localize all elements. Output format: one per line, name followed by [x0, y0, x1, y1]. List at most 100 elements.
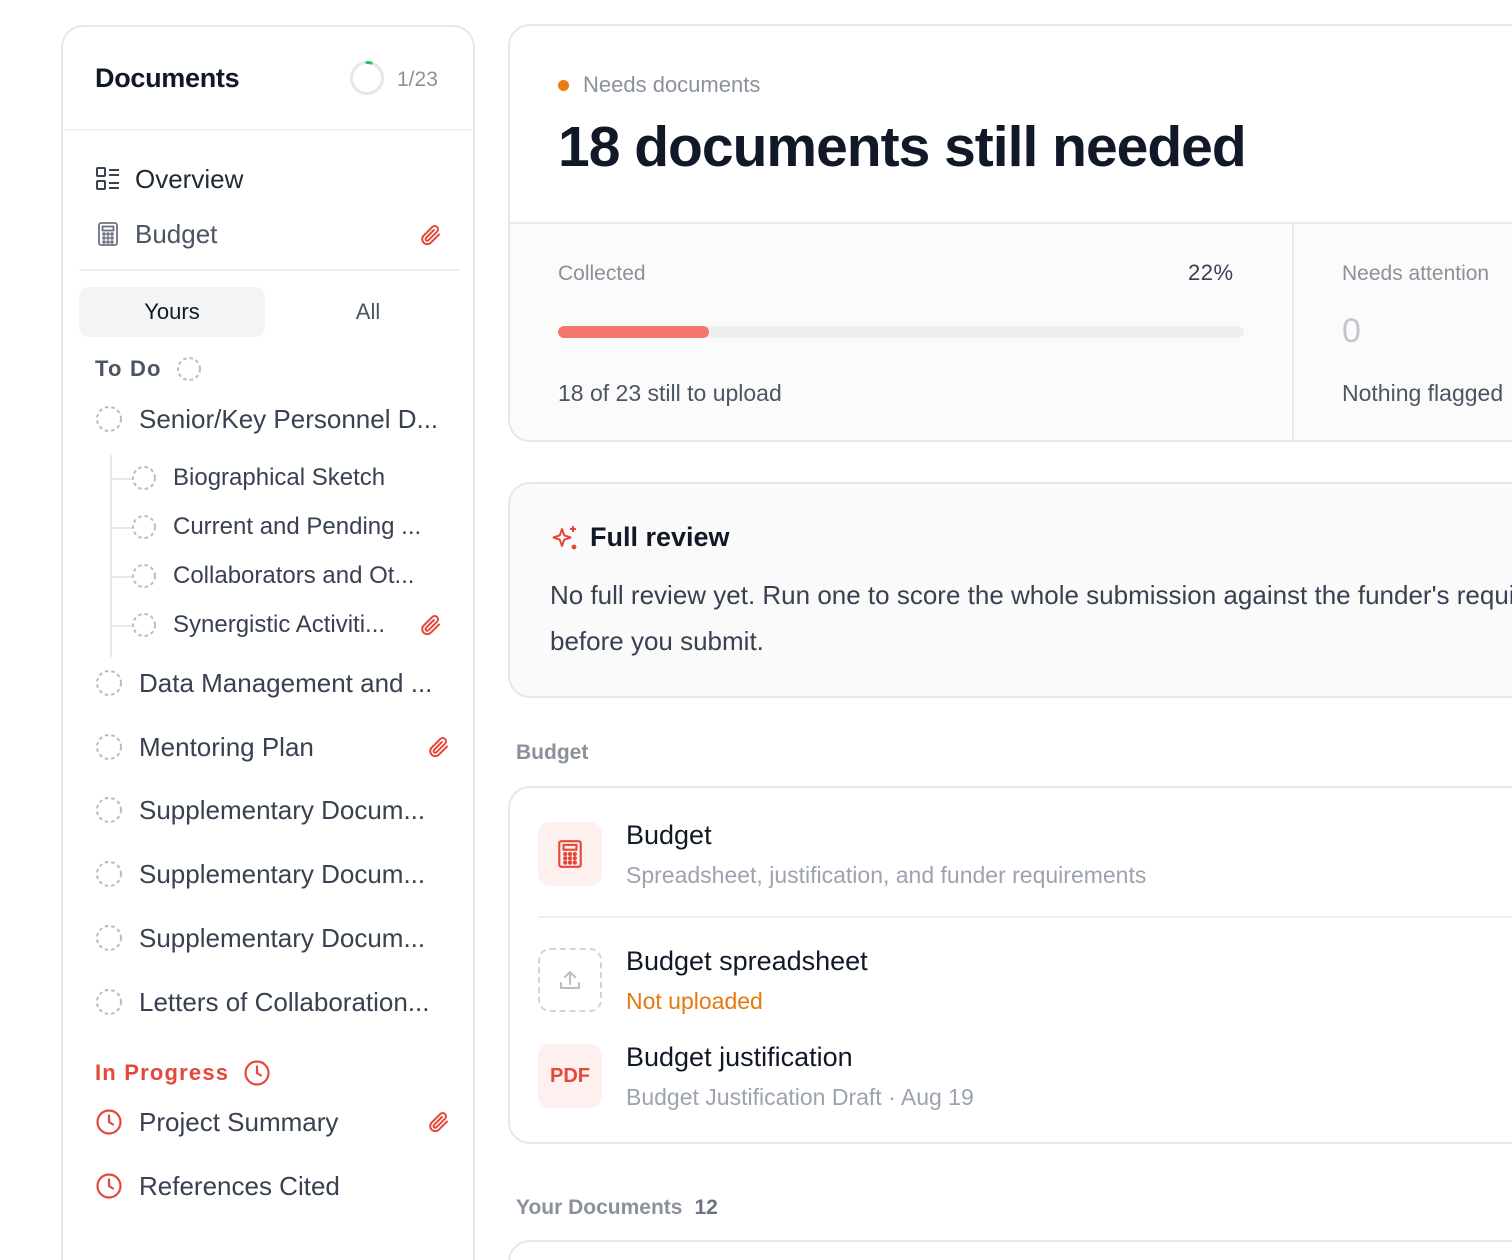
list-item-label: Current and Pending ...	[173, 513, 422, 540]
clock-icon	[96, 1173, 122, 1199]
list-item-label: Synergistic Activiti...	[173, 611, 386, 638]
group-header-in-progress: In Progress	[95, 1059, 271, 1087]
not-started-icon	[132, 564, 156, 588]
review-header: Full review	[550, 522, 730, 553]
budget-tile	[538, 822, 602, 886]
sidebar-item-budget[interactable]: Budget	[95, 214, 217, 254]
budget-header-sub: Spreadsheet, justification, and funder r…	[626, 862, 1147, 888]
stats-divider	[1292, 224, 1294, 440]
list-item-label: Mentoring Plan	[139, 731, 314, 762]
not-started-icon	[96, 406, 122, 432]
budget-card: Budget Spreadsheet, justification, and f…	[508, 786, 1512, 1144]
section-count: 12	[694, 1196, 718, 1219]
list-item-label: Collaborators and Ot...	[173, 562, 415, 589]
list-item-label: Data Management and ...	[139, 667, 433, 698]
list-item[interactable]: Letters of Collaboration...	[95, 982, 430, 1022]
upload-icon	[560, 971, 580, 989]
budget-spreadsheet-status: Not uploaded	[626, 988, 763, 1014]
budget-header-title: Budget	[626, 820, 712, 850]
stats-panel: Collected 22% 18 of 23 still to upload N…	[510, 224, 1512, 440]
not-started-icon	[132, 466, 156, 490]
status-dot	[558, 79, 569, 91]
clock-icon	[244, 1060, 270, 1086]
not-started-icon	[96, 734, 122, 760]
owner-filter-tabs: Yours All	[79, 287, 461, 337]
status-badge: Needs documents	[558, 72, 760, 98]
tree-branch	[110, 478, 132, 480]
collected-sub: 18 of 23 still to upload	[558, 380, 782, 406]
not-started-icon	[96, 861, 122, 887]
list-item-label: Letters of Collaboration...	[139, 986, 430, 1017]
tree-branch	[110, 625, 132, 627]
list-item-label: Supplementary Docum...	[139, 858, 426, 889]
list-item-label: Project Summary	[139, 1106, 339, 1137]
progress-ring-icon	[350, 61, 384, 95]
list-item[interactable]: Current and Pending ...	[131, 507, 421, 547]
list-item[interactable]: Mentoring Plan	[95, 727, 314, 767]
sparkles-icon	[552, 525, 577, 549]
group-header-todo: To Do	[95, 356, 202, 382]
divider	[538, 916, 1512, 918]
collected-progress-bar	[558, 326, 1244, 338]
list-item[interactable]: Supplementary Docum...	[95, 854, 425, 894]
sidebar-header: Documents 1/23	[63, 27, 473, 131]
tab-all[interactable]: All	[275, 287, 461, 337]
list-item[interactable]: Data Management and ...	[95, 663, 432, 703]
status-summary-card: Needs documents 18 documents still neede…	[508, 24, 1512, 442]
todo-status-icon	[176, 357, 201, 381]
list-item[interactable]: Supplementary Docum...	[95, 918, 425, 958]
attachment-icon	[421, 225, 440, 246]
not-started-icon	[96, 670, 122, 696]
calculator-icon	[98, 222, 118, 246]
list-item[interactable]: Supplementary Docum...	[95, 790, 425, 830]
not-started-icon	[96, 925, 122, 951]
section-title-your-documents: Your Documents 12	[516, 1196, 718, 1220]
tree-branch	[110, 527, 132, 529]
budget-justification-meta: Budget Justification Draft · Aug 19	[626, 1084, 974, 1110]
budget-spreadsheet-title[interactable]: Budget spreadsheet	[626, 946, 868, 977]
sidebar-item-label: Budget	[135, 218, 218, 249]
list-item-label: References Cited	[139, 1170, 340, 1201]
list-item[interactable]: Collaborators and Ot...	[131, 556, 414, 596]
not-started-icon	[96, 989, 122, 1015]
list-item[interactable]: Biographical Sketch	[131, 458, 385, 498]
calculator-icon	[558, 840, 582, 868]
review-title: Full review	[590, 522, 730, 552]
list-item-label: Biographical Sketch	[173, 464, 386, 491]
list-item[interactable]: Project Summary	[95, 1102, 338, 1142]
tree-branch	[110, 576, 132, 578]
attachment-icon	[429, 1112, 448, 1133]
sidebar-divider	[79, 269, 461, 271]
list-item-label: Supplementary Docum...	[139, 922, 426, 953]
tab-yours[interactable]: Yours	[79, 287, 265, 337]
status-label: Needs documents	[583, 72, 761, 97]
documents-sidebar: Documents 1/23 Overview Budget Yours All	[61, 25, 475, 1260]
list-item[interactable]: Synergistic Activiti...	[131, 605, 385, 645]
your-documents-card	[508, 1240, 1512, 1260]
not-started-icon	[132, 613, 156, 637]
group-label: In Progress	[95, 1060, 230, 1085]
review-description: No full review yet. Run one to score the…	[550, 580, 1512, 656]
sidebar-title: Documents	[95, 63, 240, 93]
list-item[interactable]: References Cited	[95, 1166, 340, 1206]
pdf-badge: PDF	[538, 1044, 602, 1108]
progress-count: 1/23	[397, 68, 438, 91]
section-label: Your Documents	[516, 1196, 683, 1219]
budget-justification-title[interactable]: Budget justification	[626, 1042, 853, 1073]
collected-progress-fill	[558, 326, 709, 338]
attachment-icon	[421, 615, 440, 636]
collected-label: Collected	[558, 262, 646, 285]
not-started-icon	[96, 797, 122, 823]
list-item[interactable]: Senior/Key Personnel D...	[95, 399, 438, 439]
upload-tile[interactable]	[538, 948, 602, 1012]
full-review-card[interactable]: Full review No full review yet. Run one …	[508, 482, 1512, 698]
attention-sub: Nothing flagged	[1342, 380, 1504, 406]
not-started-icon	[132, 515, 156, 539]
attachment-icon	[429, 737, 448, 758]
list-item-label: Senior/Key Personnel D...	[139, 403, 439, 434]
group-label: To Do	[95, 356, 162, 381]
attention-count: 0	[1342, 312, 1361, 350]
sidebar-item-overview[interactable]: Overview	[95, 159, 243, 199]
collected-percent: 22%	[1188, 260, 1234, 285]
page-title: 18 documents still needed	[558, 115, 1247, 179]
